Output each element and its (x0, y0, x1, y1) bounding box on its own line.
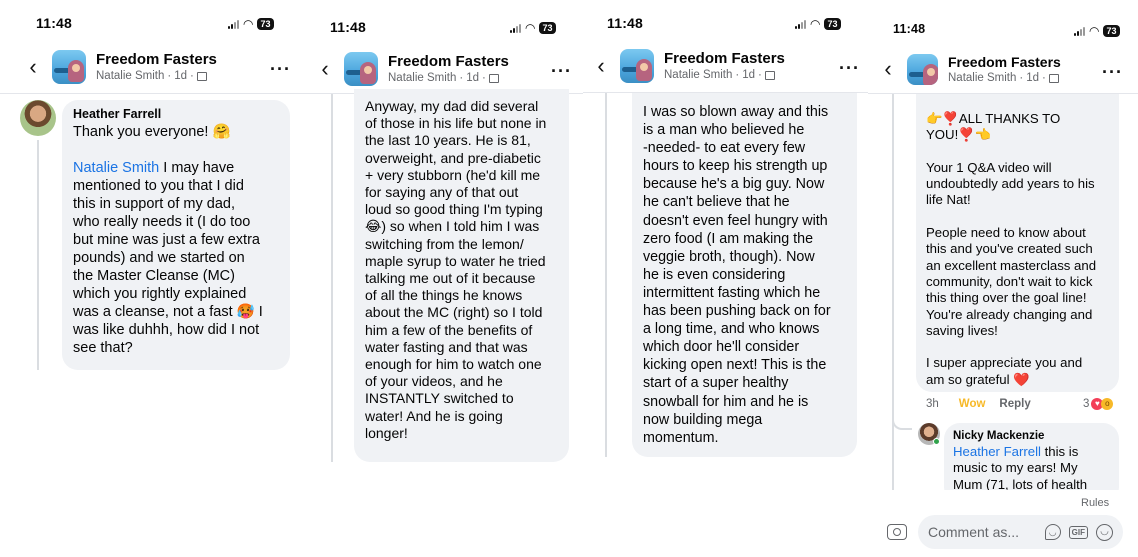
group-name[interactable]: Freedom Fasters (948, 53, 1061, 71)
more-options-icon[interactable]: ··· (270, 60, 291, 78)
status-time: 11:48 (36, 15, 73, 31)
group-audience-icon (764, 70, 775, 80)
status-icons: ◠ 73 (1074, 25, 1120, 37)
group-avatar[interactable] (907, 53, 938, 85)
comment-author[interactable]: Heather Farrell (73, 107, 279, 121)
post-author[interactable]: Natalie Smith (388, 71, 456, 85)
group-avatar[interactable] (344, 52, 378, 86)
status-time: 11:48 (330, 19, 367, 35)
group-name[interactable]: Freedom Fasters (388, 53, 509, 71)
comment-line-1: Thank you everyone! 🤗 (73, 124, 231, 140)
screenshot-panel-1: 11:48 ◠ 73 ‹ Freedom Fasters Natalie Smi… (0, 0, 300, 557)
comment-text: I may have mentioned to you that I did t… (73, 160, 263, 356)
group-name[interactable]: Freedom Fasters (96, 51, 217, 69)
wifi-icon: ◠ (810, 17, 821, 31)
comment-bubble-continued: I was so blown away and this is a man wh… (632, 93, 857, 457)
online-status-dot (933, 438, 940, 445)
post-header: ‹ Freedom Fasters Natalie Smith · 1d · (22, 50, 217, 84)
post-header: ‹ Freedom Fasters Natalie Smith · 1d · (590, 49, 785, 83)
back-arrow-icon[interactable]: ‹ (314, 58, 336, 80)
thread-line (331, 94, 333, 462)
status-icons: ◠ 73 (795, 18, 841, 30)
comment-text: 👉❣️ALL THANKS TO YOU!❣️👈 Your 1 Q&A vide… (926, 111, 1097, 387)
thread-line (605, 93, 607, 457)
post-age: 1d (742, 69, 756, 81)
group-avatar[interactable] (620, 49, 654, 83)
comment-bubble-continued: Anyway, my dad did several of those in h… (354, 89, 569, 462)
mention-link[interactable]: Natalie Smith (73, 160, 159, 176)
signal-icon (228, 19, 239, 29)
back-arrow-icon[interactable]: ‹ (590, 55, 612, 77)
camera-icon[interactable] (887, 524, 907, 540)
screenshot-panel-2: 11:48 ◠ 73 ‹ Freedom Fasters Natalie Smi… (300, 0, 583, 557)
status-time: 11:48 (893, 22, 926, 36)
group-avatar[interactable] (52, 50, 86, 84)
reply-button[interactable]: Reply (999, 398, 1030, 410)
comment-bubble: Heather Farrell Thank you everyone! 🤗 Na… (62, 100, 290, 370)
more-options-icon[interactable]: ··· (839, 59, 860, 77)
group-audience-icon (1048, 73, 1059, 83)
group-audience-icon (488, 73, 499, 83)
post-author[interactable]: Natalie Smith (664, 68, 732, 82)
back-arrow-icon[interactable]: ‹ (877, 58, 899, 80)
emoji-icon[interactable]: ◡ (1096, 523, 1113, 541)
wow-reaction-icon: o (1101, 398, 1114, 410)
post-header: ‹ Freedom Fasters Natalie Smith · 1d · (877, 53, 1061, 85)
more-options-icon[interactable]: ··· (1102, 63, 1123, 81)
signal-icon (510, 23, 521, 33)
thread-line (892, 94, 894, 490)
post-subtitle: Natalie Smith · 1d · (948, 71, 1061, 85)
reply-author[interactable]: Nicky Mackenzie (953, 430, 1110, 442)
post-author[interactable]: Natalie Smith (948, 71, 1016, 85)
comment-text: Anyway, my dad did several of those in h… (365, 98, 547, 441)
sticker-icon[interactable]: ◡ (1044, 524, 1061, 540)
back-arrow-icon[interactable]: ‹ (22, 56, 44, 78)
battery-icon: 73 (824, 18, 841, 30)
battery-icon: 73 (539, 22, 556, 34)
group-name[interactable]: Freedom Fasters (664, 50, 785, 68)
comment-input[interactable]: Comment as... ◡ GIF ◡ (918, 515, 1123, 549)
post-subtitle: Natalie Smith · 1d · (664, 68, 785, 82)
signal-icon (1074, 26, 1085, 36)
screenshot-panel-3: 11:48 ◠ 73 ‹ Freedom Fasters Natalie Smi… (583, 0, 868, 557)
reply-body: Heather Farrell this is music to my ears… (953, 444, 1110, 493)
status-icons: ◠ 73 (510, 22, 556, 34)
mention-link[interactable]: Heather Farrell (953, 444, 1041, 459)
post-subtitle: Natalie Smith · 1d · (388, 71, 509, 85)
post-subtitle: Natalie Smith · 1d · (96, 69, 217, 83)
battery-icon: 73 (1103, 25, 1120, 37)
group-audience-icon (196, 71, 207, 81)
reply-thread-line (892, 416, 912, 430)
status-icons: ◠ 73 (228, 18, 274, 30)
wifi-icon: ◠ (1089, 24, 1100, 38)
post-age: 1d (174, 70, 188, 82)
post-author[interactable]: Natalie Smith (96, 69, 164, 83)
battery-icon: 73 (257, 18, 274, 30)
comment-bubble-continued: 👉❣️ALL THANKS TO YOU!❣️👈 Your 1 Q&A vide… (916, 94, 1119, 392)
signal-icon (795, 19, 806, 29)
post-age: 1d (1026, 72, 1040, 84)
reaction-summary[interactable]: 3 ♥ o (1083, 398, 1114, 410)
status-time: 11:48 (607, 15, 644, 31)
post-header: ‹ Freedom Fasters Natalie Smith · 1d · (314, 52, 509, 86)
reaction-count: 3 (1083, 398, 1090, 410)
comment-text: I was so blown away and this is a man wh… (643, 104, 831, 446)
comment-body: Natalie Smith I may have mentioned to yo… (73, 159, 279, 357)
commenter-avatar[interactable] (20, 100, 56, 136)
wifi-icon: ◠ (525, 21, 536, 35)
header-divider (0, 93, 300, 94)
screenshot-panel-4: 11:48 ◠ 73 ‹ Freedom Fasters Natalie Smi… (868, 0, 1138, 557)
rules-link[interactable]: Rules (1081, 497, 1109, 509)
comment-placeholder: Comment as... (928, 524, 1020, 540)
post-age: 1d (466, 72, 480, 84)
comment-actions: 3h Wow Reply (926, 398, 1031, 410)
more-options-icon[interactable]: ··· (551, 62, 572, 80)
thread-line (37, 140, 39, 370)
gif-icon[interactable]: GIF (1068, 525, 1088, 539)
wow-reaction-button[interactable]: Wow (959, 398, 986, 410)
comment-time: 3h (926, 398, 939, 410)
wifi-icon: ◠ (243, 17, 254, 31)
